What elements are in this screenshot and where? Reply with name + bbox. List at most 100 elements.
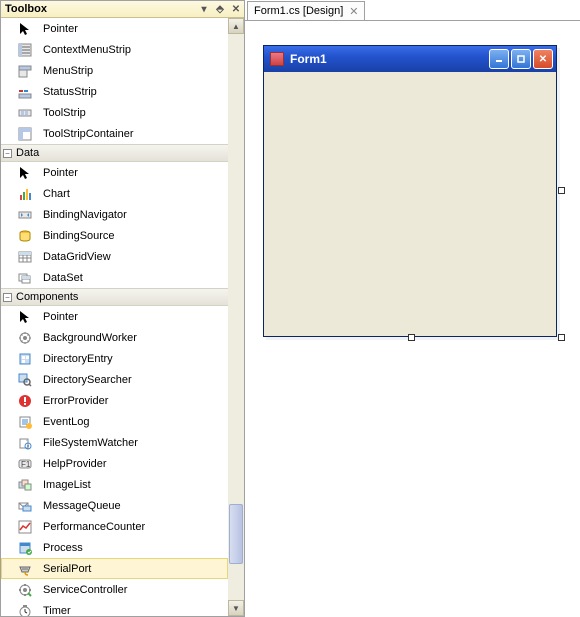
toolbox-list: Pointer ContextMenuStrip MenuStrip Statu… [1,18,228,616]
toolbox-item[interactable]: Pointer [1,162,228,183]
minimize-button[interactable] [489,49,509,69]
toolbox-item[interactable]: ServiceController [1,579,228,600]
form-title: Form1 [290,52,483,66]
toolbox-item[interactable]: FileSystemWatcher [1,432,228,453]
category-label: Data [16,147,39,159]
toolbox-item[interactable]: Timer [1,600,228,616]
chart-icon [17,186,33,202]
toolbox-title: Toolbox [5,3,195,15]
toolbox-panel: Toolbox ▾ ⬘ ✕ Pointer ContextMenuStrip M… [0,0,245,617]
file-system-watcher-icon [17,435,33,451]
toolbox-item-label: HelpProvider [43,458,107,470]
resize-handle-bottom[interactable] [408,334,415,341]
toolbox-item[interactable]: DataSet [1,267,228,288]
resize-handle-right[interactable] [558,187,565,194]
toolbox-item-label: DirectoryEntry [43,353,113,365]
toolbox-item-label: Chart [43,188,70,200]
help-provider-icon: F1 [17,456,33,472]
toolbox-item[interactable]: Process [1,537,228,558]
toolbox-item[interactable]: MenuStrip [1,60,228,81]
toolbox-item-label: EventLog [43,416,89,428]
tool-strip-container-icon [17,126,33,142]
binding-navigator-icon [17,207,33,223]
tab-close-icon[interactable]: ✕ [349,5,358,18]
toolbox-scrollbar[interactable]: ▲ ▼ [228,18,244,616]
toolbox-item[interactable]: DirectoryEntry [1,348,228,369]
toolbox-item-label: StatusStrip [43,86,97,98]
event-log-icon [17,414,33,430]
timer-icon [17,603,33,617]
toolbox-item[interactable]: BindingNavigator [1,204,228,225]
toolbox-category-components[interactable]: − Components [1,288,228,306]
toolbox-header: Toolbox ▾ ⬘ ✕ [1,1,244,18]
data-grid-view-icon [17,249,33,265]
serial-port-icon [17,561,33,577]
toolbox-item[interactable]: MessageQueue [1,495,228,516]
toolbox-item[interactable]: ToolStrip [1,102,228,123]
toolbox-item-label: MessageQueue [43,500,121,512]
toolbox-category-data[interactable]: − Data [1,144,228,162]
scroll-track[interactable] [228,34,244,600]
toolbox-item-label: Pointer [43,23,78,35]
close-icon[interactable]: ✕ [229,2,243,16]
toolbox-item[interactable]: PerformanceCounter [1,516,228,537]
toolbox-item-label: Pointer [43,311,78,323]
tab-strip: Form1.cs [Design] ✕ [245,0,580,20]
toolbox-item[interactable]: F1 HelpProvider [1,453,228,474]
toolbox-item[interactable]: ToolStripContainer [1,123,228,144]
menu-strip-icon [17,63,33,79]
form-icon [270,52,284,66]
scroll-down-icon[interactable]: ▼ [228,600,244,616]
process-icon [17,540,33,556]
toolbox-item-label: Pointer [43,167,78,179]
toolbox-item-label: DataGridView [43,251,111,263]
toolbox-item[interactable]: DirectorySearcher [1,369,228,390]
toolbox-item-selected[interactable]: SerialPort [1,558,228,579]
message-queue-icon [17,498,33,514]
binding-source-icon [17,228,33,244]
performance-counter-icon [17,519,33,535]
scroll-up-icon[interactable]: ▲ [228,18,244,34]
toolbox-item-label: BindingNavigator [43,209,127,221]
image-list-icon [17,477,33,493]
toolbox-item-label: MenuStrip [43,65,93,77]
toolbox-item[interactable]: ErrorProvider [1,390,228,411]
tab-form1-design[interactable]: Form1.cs [Design] ✕ [247,1,365,20]
toolbox-item[interactable]: BackgroundWorker [1,327,228,348]
toolbox-item[interactable]: Pointer [1,306,228,327]
dropdown-icon[interactable]: ▾ [197,2,211,16]
toolbox-item[interactable]: StatusStrip [1,81,228,102]
error-provider-icon [17,393,33,409]
toolbox-item[interactable]: EventLog [1,411,228,432]
toolbox-item-label: BackgroundWorker [43,332,137,344]
toolbox-item-label: ErrorProvider [43,395,108,407]
toolbox-item-label: ImageList [43,479,91,491]
toolbox-item[interactable]: ContextMenuStrip [1,39,228,60]
toolbox-item-label: BindingSource [43,230,115,242]
design-surface[interactable]: Form1 ✕ [245,20,580,617]
form-preview[interactable]: Form1 ✕ [263,45,557,337]
toolbox-item[interactable]: DataGridView [1,246,228,267]
resize-handle-corner[interactable] [558,334,565,341]
context-menu-strip-icon [17,42,33,58]
tool-strip-icon [17,105,33,121]
form-titlebar: Form1 ✕ [264,46,556,72]
toolbox-item[interactable]: Chart [1,183,228,204]
toolbox-item-label: ServiceController [43,584,127,596]
background-worker-icon [17,330,33,346]
toolbox-item[interactable]: BindingSource [1,225,228,246]
toolbox-item-label: ToolStripContainer [43,128,134,140]
toolbox-item[interactable]: Pointer [1,18,228,39]
toolbox-item-label: DataSet [43,272,83,284]
toolbox-item-label: Timer [43,605,71,617]
maximize-button[interactable] [511,49,531,69]
pin-icon[interactable]: ⬘ [213,2,227,16]
toolbox-item-label: SerialPort [43,563,91,575]
pointer-icon [17,165,33,181]
scroll-thumb[interactable] [229,504,243,564]
tab-label: Form1.cs [Design] [254,5,343,17]
toolbox-item[interactable]: ImageList [1,474,228,495]
form-selection: Form1 ✕ [263,45,561,337]
data-set-icon [17,270,33,286]
close-button[interactable]: ✕ [533,49,553,69]
